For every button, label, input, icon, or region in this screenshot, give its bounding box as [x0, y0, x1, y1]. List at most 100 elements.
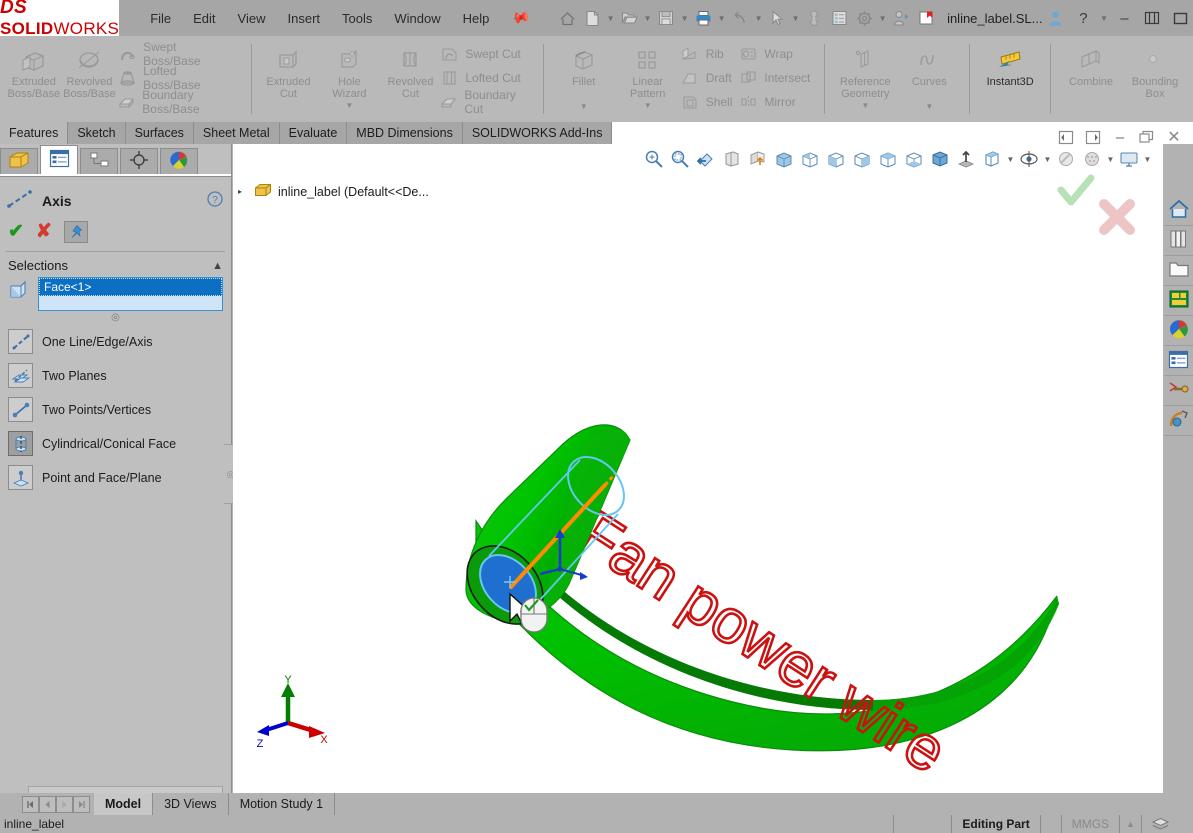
- fillet-dropdown-icon[interactable]: ▼: [552, 102, 616, 111]
- boundary-boss-base-button[interactable]: Boundary Boss/Base: [117, 88, 242, 116]
- display-manager-tab[interactable]: [160, 148, 198, 174]
- menu-view[interactable]: View: [227, 7, 277, 30]
- undo-dropdown-icon[interactable]: ▼: [753, 5, 764, 31]
- print-dropdown-icon[interactable]: ▼: [716, 5, 727, 31]
- selection-list-box[interactable]: Face<1>: [38, 277, 223, 311]
- line-edge-axis-icon[interactable]: [8, 329, 33, 354]
- select-dropdown-icon[interactable]: ▼: [790, 5, 801, 31]
- help-circle-icon[interactable]: ?: [207, 190, 223, 211]
- menu-window[interactable]: Window: [383, 7, 451, 30]
- pin-panel-button[interactable]: [63, 220, 88, 243]
- minimize-button[interactable]: –: [1111, 4, 1137, 32]
- tab-motion-study-1[interactable]: Motion Study 1: [229, 793, 336, 815]
- lofted-cut-button[interactable]: Lofted Cut: [439, 67, 534, 89]
- feature-tree-tab[interactable]: [0, 148, 38, 174]
- cylindrical-face-icon[interactable]: [8, 431, 33, 456]
- menu-insert[interactable]: Insert: [277, 7, 332, 30]
- print-icon[interactable]: [691, 5, 715, 31]
- open-folder-icon[interactable]: [617, 5, 641, 31]
- prev-tab-button[interactable]: [39, 795, 56, 813]
- tab-mbd-dimensions[interactable]: MBD Dimensions: [347, 122, 463, 144]
- tab-sketch[interactable]: Sketch: [68, 122, 126, 144]
- tab-surfaces[interactable]: Surfaces: [125, 122, 194, 144]
- linear-pattern-dropdown-icon[interactable]: ▼: [616, 101, 680, 110]
- swept-cut-button[interactable]: Swept Cut: [439, 43, 534, 65]
- intersect-button[interactable]: Intersect: [738, 67, 816, 89]
- options-dropdown-icon[interactable]: ▼: [877, 5, 888, 31]
- extruded-boss-base-button[interactable]: Extruded Boss/Base: [6, 40, 62, 100]
- save-dropdown-icon[interactable]: ▼: [679, 5, 690, 31]
- menu-file[interactable]: File: [139, 7, 182, 30]
- solidworks-resources-button[interactable]: [1164, 196, 1193, 226]
- option-cylindrical-conical-face[interactable]: Cylindrical/Conical Face: [0, 428, 231, 459]
- status-units[interactable]: MMGS: [1060, 815, 1119, 833]
- option-two-points-vertices[interactable]: Two Points/Vertices: [0, 394, 231, 425]
- options-list-icon[interactable]: [827, 5, 851, 31]
- reference-geometry-button[interactable]: Reference Geometry: [833, 40, 897, 100]
- model-viewport[interactable]: Fan power wire: [233, 144, 1163, 793]
- dimxpert-manager-tab[interactable]: [120, 148, 158, 174]
- minimize-doc-button[interactable]: –: [1109, 127, 1131, 147]
- boundary-cut-button[interactable]: Boundary Cut: [439, 88, 534, 116]
- select-arrow-icon[interactable]: [765, 5, 789, 31]
- tab-sheet-metal[interactable]: Sheet Metal: [193, 122, 280, 144]
- chevron-up-icon[interactable]: ▲: [212, 260, 223, 272]
- menu-tools[interactable]: Tools: [331, 7, 383, 30]
- hole-wizard-button[interactable]: Hole Wizard: [317, 40, 381, 100]
- status-units-caret[interactable]: ▲: [1119, 815, 1141, 833]
- option-point-and-face-plane[interactable]: Point and Face/Plane: [0, 462, 231, 493]
- restore-down-right-icon[interactable]: [1082, 127, 1104, 147]
- next-tab-button[interactable]: [56, 795, 73, 813]
- mirror-button[interactable]: Mirror: [738, 91, 816, 113]
- two-points-icon[interactable]: [8, 397, 33, 422]
- user-login-icon[interactable]: [889, 5, 913, 31]
- first-tab-button[interactable]: [22, 795, 39, 813]
- combine-button[interactable]: Combine: [1059, 40, 1123, 88]
- configuration-manager-tab[interactable]: [80, 148, 118, 174]
- flag-icon[interactable]: [914, 5, 938, 31]
- option-one-line-edge-axis[interactable]: One Line/Edge/Axis: [0, 326, 231, 357]
- appearances-scenes-button[interactable]: [1164, 316, 1193, 346]
- tab-evaluate[interactable]: Evaluate: [279, 122, 348, 144]
- restore-doc-button[interactable]: [1136, 127, 1158, 147]
- maximize-button[interactable]: [1167, 4, 1193, 32]
- tab-model[interactable]: Model: [94, 793, 154, 815]
- save-icon[interactable]: [654, 5, 678, 31]
- shell-button[interactable]: Shell: [680, 91, 739, 113]
- extruded-cut-button[interactable]: Extruded Cut: [259, 40, 317, 100]
- selection-options-dot[interactable]: ◎: [0, 312, 231, 323]
- fillet-button[interactable]: Fillet: [552, 40, 616, 88]
- revolved-cut-button[interactable]: Revolved Cut: [381, 40, 439, 100]
- lofted-boss-base-button[interactable]: Lofted Boss/Base: [117, 64, 242, 92]
- custom-properties-button[interactable]: [1164, 346, 1193, 376]
- swept-boss-base-button[interactable]: Swept Boss/Base: [117, 40, 242, 68]
- design-library-button[interactable]: [1164, 226, 1193, 256]
- menu-edit[interactable]: Edit: [182, 7, 226, 30]
- point-and-face-icon[interactable]: [8, 465, 33, 490]
- revolved-boss-base-button[interactable]: Revolved Boss/Base: [62, 40, 118, 100]
- linear-pattern-button[interactable]: Linear Pattern: [616, 40, 680, 100]
- new-document-icon[interactable]: [580, 5, 604, 31]
- menu-help[interactable]: Help: [452, 7, 501, 30]
- instant3d-button[interactable]: Instant3D: [978, 40, 1042, 88]
- mbd-button[interactable]: [1164, 406, 1193, 436]
- tab-solidworks-addins[interactable]: SOLIDWORKS Add-Ins: [462, 122, 613, 144]
- restore-button[interactable]: [1139, 4, 1165, 32]
- rebuild-icon[interactable]: [802, 5, 826, 31]
- help-question-icon[interactable]: ?: [1070, 4, 1096, 32]
- selected-face-item[interactable]: Face<1>: [39, 278, 222, 296]
- reference-geometry-dropdown-icon[interactable]: ▼: [833, 101, 897, 110]
- home-icon[interactable]: [555, 5, 579, 31]
- rib-button[interactable]: Rib: [680, 43, 739, 65]
- draft-button[interactable]: Draft: [680, 67, 739, 89]
- new-document-dropdown-icon[interactable]: ▼: [605, 5, 616, 31]
- help-dropdown-icon[interactable]: ▼: [1098, 5, 1109, 31]
- curves-dropdown-icon[interactable]: ▼: [897, 102, 961, 111]
- solidworks-forum-button[interactable]: [1164, 376, 1193, 406]
- tab-features[interactable]: Features: [0, 122, 69, 144]
- file-explorer-button[interactable]: [1164, 256, 1193, 286]
- wrap-button[interactable]: Wrap: [738, 43, 816, 65]
- curves-button[interactable]: Curves: [897, 40, 961, 88]
- layers-icon[interactable]: [1141, 815, 1179, 833]
- restore-down-left-icon[interactable]: [1055, 127, 1077, 147]
